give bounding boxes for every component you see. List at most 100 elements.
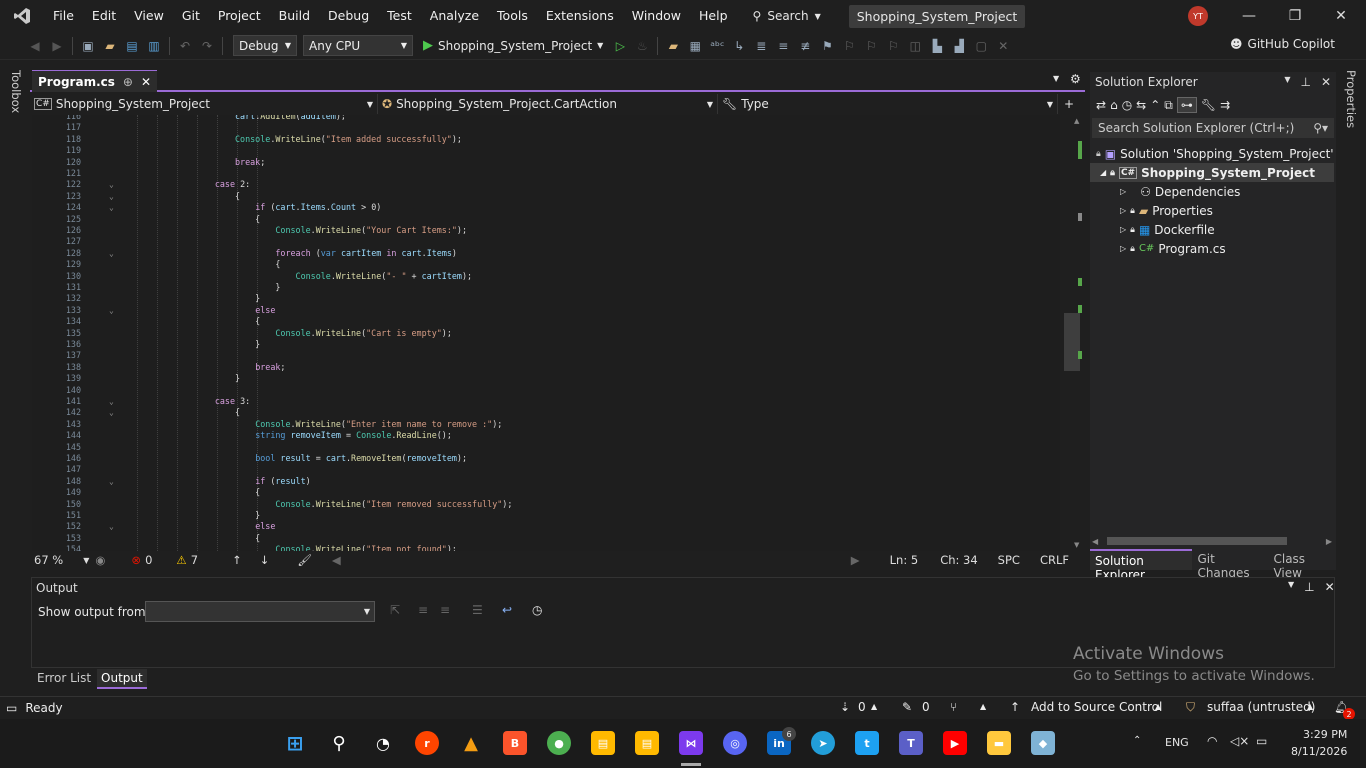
- back-icon[interactable]: ◀: [24, 35, 46, 57]
- zoom-chevron-icon[interactable]: ▼: [83, 556, 89, 565]
- source-control-icon[interactable]: ↑: [1010, 700, 1020, 714]
- code-line[interactable]: 139 }: [32, 373, 1060, 384]
- pencil-icon[interactable]: ✎: [902, 700, 912, 714]
- clear-bookmarks-icon[interactable]: ⚐: [882, 35, 904, 57]
- file-explorer-icon[interactable]: ▬: [987, 731, 1011, 755]
- forward-icon[interactable]: ▶: [46, 35, 68, 57]
- commits-count[interactable]: 0: [858, 700, 866, 714]
- open-folder-icon[interactable]: ▰: [99, 35, 121, 57]
- tools-icon[interactable]: ✕: [992, 35, 1014, 57]
- code-line[interactable]: 151 }: [32, 510, 1060, 521]
- history-icon[interactable]: ◷: [1122, 98, 1132, 112]
- clock-date[interactable]: 8/11/2026: [1291, 745, 1347, 758]
- find-message-icon[interactable]: ⇱: [390, 603, 400, 617]
- solution-search-input[interactable]: Search Solution Explorer (Ctrl+;) ⚲▾: [1092, 118, 1334, 138]
- code-line[interactable]: 119: [32, 145, 1060, 156]
- code-line[interactable]: 134 {: [32, 316, 1060, 327]
- code-line[interactable]: 128 ⌄ foreach (var cartItem in cart.Items…: [32, 248, 1060, 259]
- menu-help[interactable]: Help: [690, 0, 737, 32]
- tab-program-cs[interactable]: Program.cs ⊕ ✕: [32, 70, 158, 92]
- wifi-icon[interactable]: ◠: [1207, 734, 1217, 748]
- warning-icon[interactable]: ⚠: [176, 553, 186, 567]
- warning-count[interactable]: 7: [191, 553, 198, 567]
- layout-icon[interactable]: ▦: [684, 35, 706, 57]
- search-button[interactable]: ⚲ Search ▼: [743, 9, 831, 23]
- search-icon[interactable]: ⚲: [327, 731, 351, 755]
- show-all-files-icon[interactable]: ⧉: [1164, 98, 1173, 113]
- twitter-icon[interactable]: t: [855, 731, 879, 755]
- line-indicator[interactable]: Ln: 5: [890, 553, 919, 567]
- configuration-dropdown[interactable]: Debug ▼: [233, 35, 297, 56]
- code-line[interactable]: 143 Console.WriteLine("Enter item name t…: [32, 419, 1060, 430]
- sync-icon[interactable]: ⇆: [1136, 98, 1146, 112]
- scroll-left-icon[interactable]: ◀: [332, 553, 341, 567]
- task-view-icon[interactable]: ◔: [371, 731, 395, 755]
- tree-solution[interactable]: 🔒︎ ▣ Solution 'Shopping_System_Project' …: [1096, 144, 1336, 163]
- chrome-icon[interactable]: ●: [547, 731, 571, 755]
- commits-icon[interactable]: ⇣: [840, 700, 850, 714]
- code-line[interactable]: 126 Console.WriteLine("Your Cart Items:"…: [32, 225, 1060, 236]
- code-line[interactable]: 132 }: [32, 293, 1060, 304]
- vlc-icon[interactable]: ▲: [459, 731, 483, 755]
- menu-file[interactable]: File: [44, 0, 83, 32]
- code-line[interactable]: 153 {: [32, 533, 1060, 544]
- clock-time[interactable]: 3:29 PM: [1303, 728, 1347, 741]
- close-icon[interactable]: ✕: [1321, 75, 1331, 89]
- code-line[interactable]: 147: [32, 464, 1060, 475]
- class-dropdown[interactable]: ✪ Shopping_System_Project.CartAction ▼: [378, 94, 718, 114]
- code-line[interactable]: 120 break;: [32, 157, 1060, 168]
- toolbox-tab[interactable]: Toolbox: [9, 70, 23, 113]
- app-icon[interactable]: ◆: [1031, 731, 1055, 755]
- word-wrap-icon[interactable]: ↩: [502, 603, 512, 617]
- health-icon[interactable]: ◉: [95, 553, 105, 567]
- menu-test[interactable]: Test: [378, 0, 421, 32]
- tree-project[interactable]: ◢ 🔒︎ C# Shopping_System_Project: [1090, 163, 1334, 182]
- changes-count[interactable]: 0: [922, 700, 930, 714]
- error-count[interactable]: 0: [145, 553, 152, 567]
- code-line[interactable]: 135 Console.WriteLine("Cart is empty");: [32, 328, 1060, 339]
- properties-tab[interactable]: Properties: [1344, 70, 1358, 128]
- undo-icon[interactable]: ↶: [174, 35, 196, 57]
- menu-edit[interactable]: Edit: [83, 0, 125, 32]
- switch-views-icon[interactable]: ⇄: [1096, 98, 1106, 112]
- code-line[interactable]: 129 {: [32, 259, 1060, 270]
- clear-all-icon[interactable]: ☰: [472, 603, 483, 617]
- language-indicator[interactable]: ENG: [1165, 736, 1189, 749]
- menu-debug[interactable]: Debug: [319, 0, 378, 32]
- spacing-indicator[interactable]: SPC: [998, 553, 1020, 567]
- repo-label[interactable]: suffaa (untrusted): [1207, 700, 1315, 714]
- browse-folder-icon[interactable]: ▰: [662, 35, 684, 57]
- split-icon[interactable]: +: [1064, 97, 1074, 111]
- code-line[interactable]: 145: [32, 442, 1060, 453]
- tab-error-list[interactable]: Error List: [31, 669, 97, 689]
- new-project-icon[interactable]: ▣: [77, 35, 99, 57]
- branch-icon[interactable]: ⑂: [950, 700, 957, 714]
- platform-dropdown[interactable]: Any CPU ▼: [303, 35, 413, 56]
- code-line[interactable]: 150 Console.WriteLine("Item removed succ…: [32, 499, 1060, 510]
- tree-properties[interactable]: ▷ 🔒︎ ▰ Properties: [1120, 201, 1213, 220]
- previous-issue-icon[interactable]: ↑: [232, 553, 242, 567]
- hot-reload-icon[interactable]: ♨: [631, 35, 653, 57]
- rebuild-icon[interactable]: ▟: [948, 35, 970, 57]
- reddit-icon[interactable]: r: [415, 731, 439, 755]
- code-line[interactable]: 133 ⌄ else: [32, 305, 1060, 316]
- pin-icon[interactable]: ⊕: [123, 75, 133, 89]
- windows-start-icon[interactable]: ⊞: [283, 731, 307, 755]
- next-bookmark-icon[interactable]: ⚐: [860, 35, 882, 57]
- tab-list-chevron-icon[interactable]: ▼: [1053, 74, 1059, 83]
- code-line[interactable]: 154 Console.WriteLine("Item not found");: [32, 544, 1060, 551]
- home-icon[interactable]: ⌂: [1110, 98, 1118, 112]
- code-line[interactable]: 131 }: [32, 282, 1060, 293]
- save-all-icon[interactable]: ▥: [143, 35, 165, 57]
- scroll-thumb[interactable]: [1064, 313, 1080, 371]
- code-line[interactable]: 127: [32, 236, 1060, 247]
- close-window-button[interactable]: ✕: [1318, 0, 1364, 32]
- discord-icon[interactable]: ◎: [723, 731, 747, 755]
- next-message-icon[interactable]: ≡: [440, 603, 450, 617]
- menu-git[interactable]: Git: [173, 0, 209, 32]
- format-icon[interactable]: ≣: [750, 35, 772, 57]
- telegram-icon[interactable]: ➤: [811, 731, 835, 755]
- pin-icon[interactable]: ⊥: [1300, 75, 1310, 89]
- battery-icon[interactable]: ▭: [1256, 734, 1267, 748]
- spell-check-icon[interactable]: ᵃᵇᶜ: [706, 35, 728, 57]
